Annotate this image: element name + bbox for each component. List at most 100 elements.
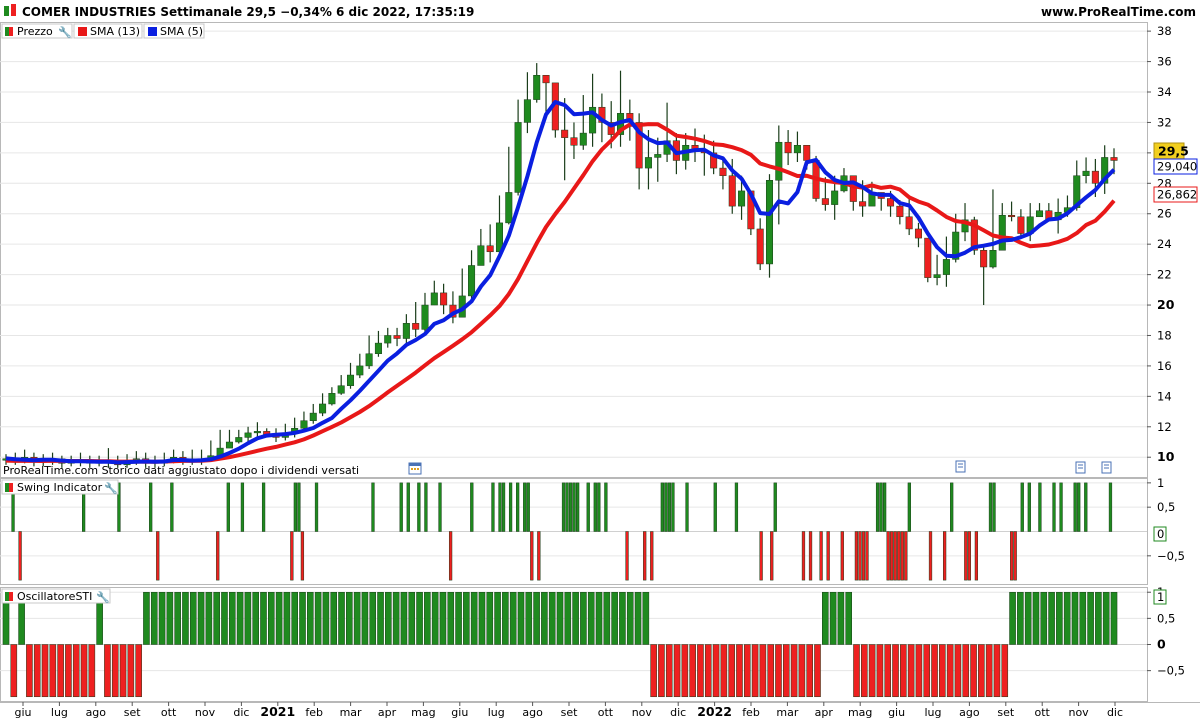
legend-sma13-label: SMA (13) bbox=[90, 25, 140, 38]
price-icon-red bbox=[9, 27, 13, 36]
indicator-bar bbox=[572, 591, 579, 645]
indicator-bar bbox=[978, 644, 985, 698]
indicator-bar bbox=[104, 644, 111, 698]
indicator-bar bbox=[1013, 531, 1017, 581]
candle-body bbox=[253, 431, 261, 434]
indicator-bar bbox=[346, 591, 353, 645]
y-tick-label: 0,5 bbox=[1157, 500, 1175, 514]
y-tick-label: 38 bbox=[1157, 24, 1172, 38]
candle-body bbox=[235, 437, 243, 443]
indicator-bar bbox=[884, 644, 892, 698]
indicator-bar bbox=[41, 644, 49, 698]
indicator-bar bbox=[361, 591, 369, 645]
candle-body bbox=[644, 157, 652, 169]
indicator-bar bbox=[143, 591, 150, 645]
y-tick-label: 24 bbox=[1157, 237, 1172, 251]
indicator-bar bbox=[1079, 591, 1087, 645]
indicator-bar bbox=[290, 531, 294, 581]
sti-last-value: 1 bbox=[1157, 590, 1164, 604]
indicator-bar bbox=[1024, 591, 1032, 645]
indicator-bar bbox=[798, 644, 806, 698]
indicator-bar bbox=[892, 644, 899, 698]
indicator-bar bbox=[806, 644, 813, 698]
candle-body bbox=[896, 205, 904, 218]
indicator-bar bbox=[526, 482, 530, 532]
indicator-bar bbox=[893, 531, 897, 581]
dividend-icon-3[interactable] bbox=[1101, 461, 1112, 474]
candle-body bbox=[337, 385, 345, 394]
indicator-bar bbox=[236, 591, 244, 645]
y-tick-label: −0,5 bbox=[1157, 664, 1185, 678]
wrench-icon[interactable]: 🔧 bbox=[58, 25, 72, 39]
indicator-bar bbox=[1010, 531, 1014, 581]
candle-body bbox=[914, 228, 922, 239]
candle-body bbox=[765, 180, 774, 265]
indicator-bar bbox=[509, 591, 517, 645]
y-tick-label: −0,5 bbox=[1157, 549, 1185, 563]
indicator-bar bbox=[498, 482, 502, 532]
indicator-bar bbox=[814, 644, 821, 698]
footer-note: ProRealTime.com Storico dati aggiustato … bbox=[3, 464, 359, 477]
candle-body bbox=[905, 216, 913, 230]
indicator-bar bbox=[879, 482, 883, 532]
y-tick-label: 22 bbox=[1157, 268, 1172, 282]
indicator-bar bbox=[993, 644, 1001, 698]
indicator-bar bbox=[667, 482, 672, 532]
candle-body bbox=[374, 342, 382, 354]
x-tick-label: giu bbox=[14, 706, 31, 719]
dividend-icon[interactable] bbox=[955, 460, 966, 473]
indicator-bar bbox=[650, 531, 654, 581]
indicator-bar bbox=[974, 531, 979, 581]
indicator-bar bbox=[854, 531, 859, 581]
indicator-bar bbox=[400, 591, 408, 645]
x-tick-label: ott bbox=[1035, 706, 1051, 719]
indicator-bar bbox=[595, 591, 603, 645]
indicator-bar bbox=[790, 644, 798, 698]
candle-body bbox=[887, 198, 895, 207]
candle-body bbox=[1091, 170, 1099, 184]
x-tick-label: feb bbox=[305, 706, 323, 719]
candle-body bbox=[244, 432, 252, 438]
candle-body bbox=[579, 132, 587, 146]
indicator-bar bbox=[697, 644, 704, 698]
chart-canvas[interactable]: COMER INDUSTRIES Settimanale 29,5 −0,34%… bbox=[0, 0, 1200, 720]
candle-body bbox=[998, 215, 1006, 251]
indicator-bar bbox=[268, 591, 275, 645]
x-tick-label: dic bbox=[670, 706, 686, 719]
y-tick-label: 1 bbox=[1157, 476, 1164, 490]
candle-body bbox=[1082, 170, 1090, 176]
site-url[interactable]: www.ProRealTime.com bbox=[1041, 5, 1196, 19]
sma13-value: 26,862 bbox=[1157, 188, 1197, 202]
indicator-bar bbox=[65, 644, 72, 698]
indicator-bar bbox=[734, 482, 739, 532]
x-tick-label: 2021 bbox=[260, 704, 295, 719]
sti-wrench-icon[interactable]: 🔧 bbox=[96, 590, 110, 604]
indicator-bar bbox=[548, 591, 556, 645]
indicator-bar bbox=[604, 482, 608, 532]
indicator-bar bbox=[904, 531, 908, 581]
indicator-bar bbox=[1020, 482, 1024, 532]
swing-wrench-icon[interactable]: 🔧 bbox=[104, 481, 118, 495]
y-tick-label: 32 bbox=[1157, 115, 1172, 129]
indicator-bar bbox=[923, 644, 931, 698]
indicator-bar bbox=[743, 644, 751, 698]
y-tick-label: 26 bbox=[1157, 207, 1172, 221]
y-tick-label: 20 bbox=[1157, 297, 1175, 312]
indicator-bar bbox=[72, 644, 80, 698]
candle-body bbox=[570, 137, 578, 146]
indicator-bar bbox=[240, 482, 245, 532]
indicator-bar bbox=[837, 591, 845, 645]
candle-body bbox=[514, 122, 522, 193]
indicator-bar bbox=[533, 591, 540, 645]
sma5-value: 29,040 bbox=[1157, 160, 1197, 174]
swing-y-axis: 1 0,5 −0,5 bbox=[1147, 476, 1185, 563]
x-tick-label: mag bbox=[848, 706, 872, 719]
dividend-icon-2[interactable] bbox=[1075, 461, 1086, 474]
indicator-bar bbox=[424, 591, 431, 645]
x-tick-label: ott bbox=[598, 706, 614, 719]
indicator-bar bbox=[494, 591, 501, 645]
indicator-bar bbox=[1048, 591, 1055, 645]
sma5-swatch bbox=[148, 27, 157, 36]
calendar-icon[interactable] bbox=[408, 462, 422, 475]
chart-title: COMER INDUSTRIES Settimanale 29,5 −0,34%… bbox=[22, 5, 474, 19]
